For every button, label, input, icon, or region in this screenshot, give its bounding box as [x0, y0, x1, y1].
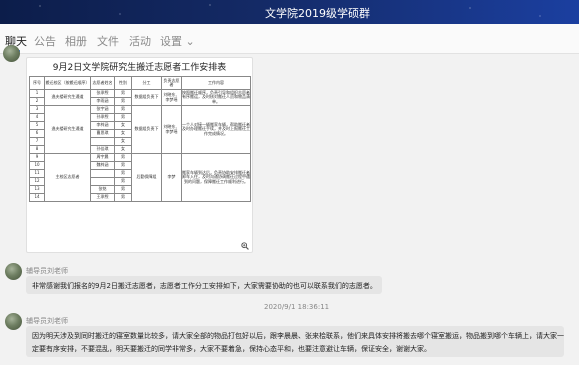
table-cell: 李梓涵: [90, 121, 115, 130]
table-cell: 孙佳琪: [90, 145, 115, 154]
table-cell: 男: [114, 193, 132, 202]
table-cell: [90, 169, 115, 178]
table-cell: 数据组负责下: [131, 89, 162, 106]
table-cell: 刘晓东、李梦瑶: [161, 89, 182, 106]
image-message[interactable]: 9月2日文学院研究生搬迁志愿者工作安排表 序号 搬迁校区（按搬迁顺序） 志愿者姓…: [26, 57, 253, 253]
table-cell: 搬家车辆到达后，负责协助安排搬迁者卸车入住，及时沟通协调搬迁过程中遇到的问题，保…: [181, 153, 251, 202]
table-cell: 男: [114, 177, 132, 186]
header-cell: 分工: [131, 76, 162, 90]
tab-files[interactable]: 文件: [97, 33, 119, 49]
table-cell: 2: [29, 97, 45, 106]
header-cell: 志愿者姓名: [90, 76, 115, 90]
table-cell: 女: [114, 145, 132, 154]
title-bar: 文学院2019级学硕群: [0, 0, 579, 24]
table-cell: 逸夫楼研究生通道: [44, 89, 91, 106]
document-title: 9月2日文学院研究生搬迁志愿者工作安排表: [52, 63, 227, 73]
table-cell: 孙承煦: [90, 113, 115, 122]
table-cell: 男: [114, 89, 132, 98]
message-text-line: 定要有序安排，不要混乱，明天要搬迁的同学非常多，大家不要着急，保持心态平和，也要…: [32, 345, 431, 353]
table-cell: 12: [29, 177, 45, 186]
table-cell: 女: [114, 129, 132, 138]
message-text-line: 因为明天涉及到同时搬迁的寝室数量比较多，请大家全部的物品打包好以后，跟李晨晨、张…: [32, 332, 564, 340]
message-timestamp: 2020/9/1 18:36:11: [264, 303, 330, 311]
table-cell: 后勤保障组: [131, 153, 162, 202]
message-bubble[interactable]: 因为明天涉及到同时搬迁的寝室数量比较多，请大家全部的物品打包好以后，跟李晨晨、张…: [26, 326, 564, 357]
zoom-in-icon[interactable]: [241, 242, 249, 250]
table-cell: 9: [29, 153, 45, 162]
table-cell: [90, 177, 115, 186]
table-cell: 男: [114, 169, 132, 178]
table-cell: 刘晓东、李梦瑶: [161, 105, 182, 154]
table-cell: 6: [29, 129, 45, 138]
table-cell: 8: [29, 145, 45, 154]
group-title: 文学院2019级学硕群: [265, 7, 370, 20]
header-cell: 负责志愿者: [161, 76, 182, 90]
table-cell: 女: [114, 121, 132, 130]
avatar[interactable]: [3, 45, 20, 62]
table-cell: 一个人对接一辆搬家车辆，帮助搬迁者及时办理搬迁手续，并及时上报搬迁工作完成情况。: [181, 105, 251, 154]
table-cell: 13: [29, 185, 45, 194]
tab-album[interactable]: 相册: [65, 33, 87, 49]
chat-area[interactable]: 9月2日文学院研究生搬迁志愿者工作安排表 序号 搬迁校区（按搬迁顺序） 志愿者姓…: [0, 45, 579, 365]
table-cell: 主校区志愿者: [44, 153, 91, 202]
table-row: 9 主校区志愿者 周宇晨 男 后勤保障组 李梦 搬家车辆到达后，负责协助安排搬迁…: [29, 153, 251, 202]
tab-announcements[interactable]: 公告: [34, 33, 56, 49]
table-cell: 男: [114, 161, 132, 170]
table-cell: 按照搬迁顺序，负责引导和组织志愿者有序搬运，及时核对搬迁人员和物品清单。: [181, 89, 251, 106]
avatar[interactable]: [5, 263, 22, 280]
header-cell: 工作内容: [181, 76, 251, 90]
message-text: 非常感谢我们报名的9月2日搬迁志愿者，志愿者工作分工安排如下，大家需要协助的也可…: [32, 282, 377, 290]
tab-bar: 聊天 公告 相册 文件 活动 设置 ⌄: [0, 24, 579, 54]
table-cell: 10: [29, 161, 45, 170]
table-cell: 1: [29, 89, 45, 98]
avatar[interactable]: [5, 313, 22, 330]
sender-name[interactable]: 辅导员刘老师: [26, 316, 68, 326]
table-cell: 李雨涵: [90, 97, 115, 106]
table-cell: 李梦: [161, 153, 182, 202]
table-cell: 7: [29, 137, 45, 146]
table-cell: 曹思琪: [90, 129, 115, 138]
table-cell: 男: [114, 97, 132, 106]
table-cell: 王承煦: [90, 193, 115, 202]
table-cell: 5: [29, 121, 45, 130]
table-cell: 张承煦: [90, 89, 115, 98]
table-cell: 张宇涵: [90, 105, 115, 114]
table-row: 3 逸夫楼研究生通道 张宇涵 男 数据组负责下 刘晓东、李梦瑶 一个人对接一辆搬…: [29, 105, 251, 154]
table-cell: 4: [29, 113, 45, 122]
tab-settings[interactable]: 设置 ⌄: [160, 33, 195, 49]
tab-activities[interactable]: 活动: [129, 33, 151, 49]
header-cell: 性别: [114, 76, 132, 90]
table-cell: 女: [114, 137, 132, 146]
table-cell: [90, 137, 115, 146]
table-header-row: 序号 搬迁校区（按搬迁顺序） 志愿者姓名 性别 分工 负责志愿者 工作内容: [29, 76, 251, 90]
table-cell: 14: [29, 193, 45, 202]
header-cell: 序号: [29, 76, 45, 90]
message-bubble[interactable]: 非常感谢我们报名的9月2日搬迁志愿者，志愿者工作分工安排如下，大家需要协助的也可…: [26, 276, 382, 294]
table-cell: 3: [29, 105, 45, 114]
table-cell: 男: [114, 153, 132, 162]
table-cell: 男: [114, 113, 132, 122]
table-cell: 11: [29, 169, 45, 178]
table-cell: 周宇晨: [90, 153, 115, 162]
table-cell: 张铭: [90, 185, 115, 194]
table-cell: 男: [114, 105, 132, 114]
schedule-table: 序号 搬迁校区（按搬迁顺序） 志愿者姓名 性别 分工 负责志愿者 工作内容 1 …: [29, 76, 251, 202]
sender-name[interactable]: 辅导员刘老师: [26, 266, 68, 276]
header-cell: 搬迁校区（按搬迁顺序）: [44, 76, 91, 90]
table-row: 1 逸夫楼研究生通道 张承煦 男 数据组负责下 刘晓东、李梦瑶 按照搬迁顺序，负…: [29, 89, 251, 106]
table-cell: 男: [114, 185, 132, 194]
table-cell: 数据组负责下: [131, 105, 162, 154]
table-cell: 逸夫楼研究生通道: [44, 105, 91, 154]
table-cell: 魏梓涵: [90, 161, 115, 170]
